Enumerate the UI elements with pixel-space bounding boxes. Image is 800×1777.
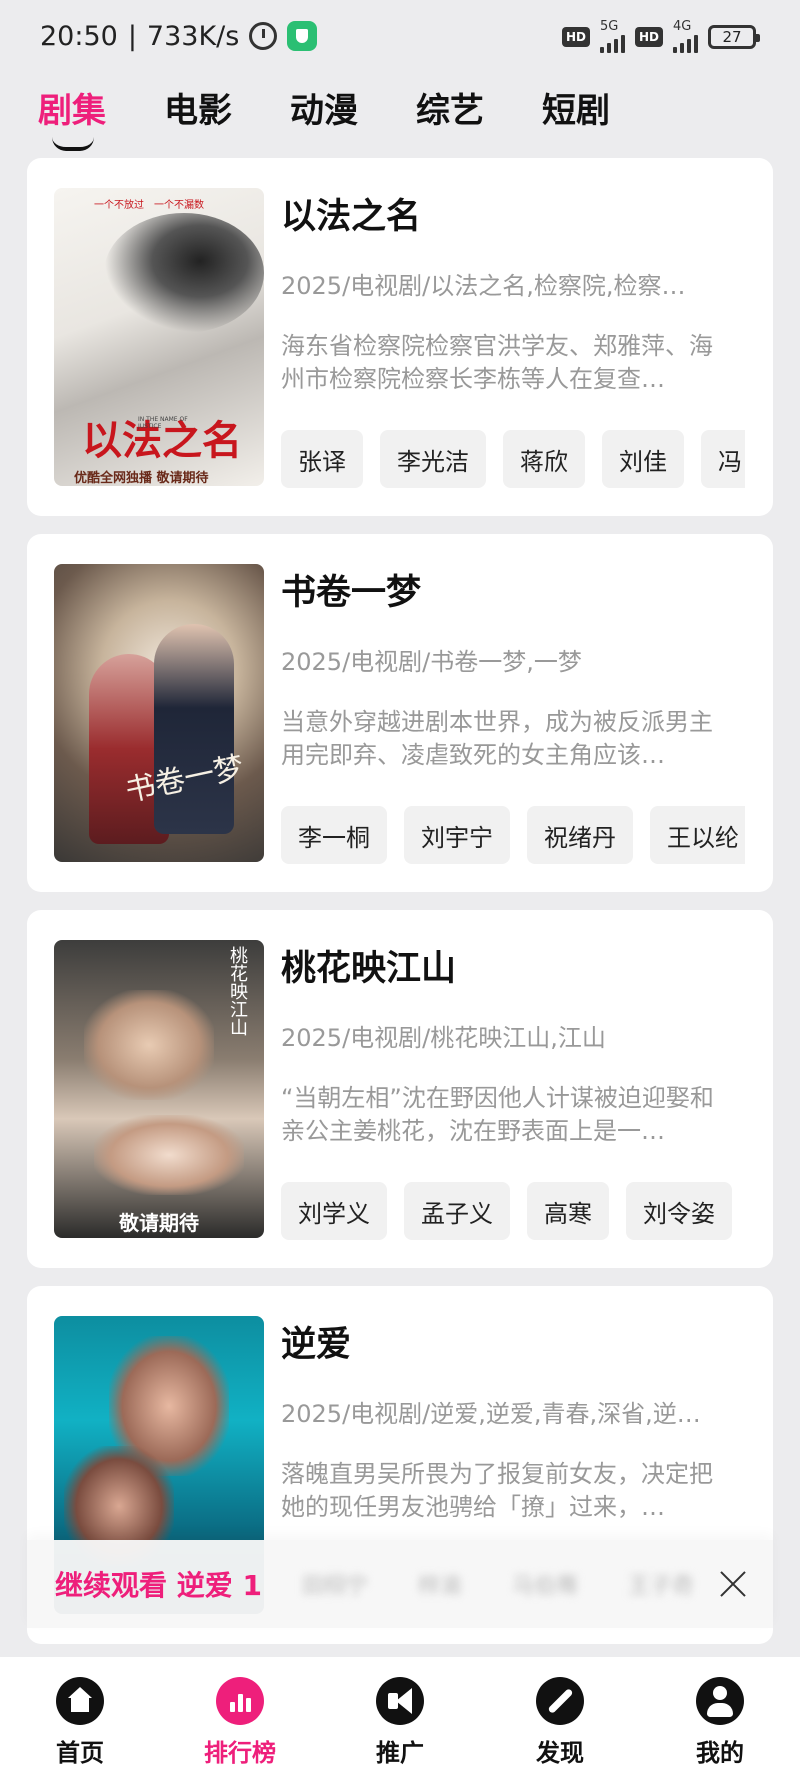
tab-label: 短剧 — [542, 90, 610, 131]
rank-icon — [216, 1677, 264, 1725]
status-right: HD 5G HD 4G 27 — [561, 19, 760, 53]
poster-footer: 敬请期待 — [119, 1211, 199, 1235]
nav-label: 首页 — [56, 1739, 104, 1767]
show-card[interactable]: 桃花映江山 敬请期待 桃花映江山 2025/电视剧/桃花映江山,江山 “当朝左相… — [27, 910, 773, 1268]
cast-tag[interactable]: 蒋欣 — [503, 430, 585, 488]
show-meta: 2025/电视剧/桃花映江山,江山 — [281, 1024, 606, 1052]
nav-home[interactable]: 首页 — [30, 1677, 130, 1768]
cast-tags: 张译 李光洁 蒋欣 刘佳 冯 — [281, 430, 745, 488]
show-title[interactable]: 以法之名 — [281, 188, 421, 239]
shield-icon — [287, 21, 318, 51]
poster-figure — [94, 1115, 244, 1195]
nav-ranking[interactable]: 排行榜 — [190, 1677, 290, 1768]
cast-tags: 李一桐 刘宇宁 祝绪丹 王以纶 — [281, 806, 745, 864]
tab-label: 剧集 — [38, 90, 106, 131]
cast-tags: 刘学义 孟子义 高寒 刘令姿 — [281, 1182, 745, 1240]
nav-label: 排行榜 — [204, 1739, 276, 1767]
tab-anime[interactable]: 动漫 — [290, 83, 358, 132]
nav-label: 发现 — [536, 1739, 584, 1767]
signal-icon — [673, 33, 698, 53]
continue-watching-bar[interactable]: 继续观看 逆爱 1 田栩宁 梓渝 马伯骞 王子奇 — [27, 1540, 773, 1628]
poster-ink-art — [104, 213, 264, 333]
poster-english-title: IN THE NAME OF JUSTICE — [138, 416, 188, 430]
show-description: 落魄直男吴所畏为了报复前女友，决定把她的现任男友池骋给「撩」过来，… — [281, 1460, 713, 1521]
battery-icon: 27 — [708, 24, 760, 49]
cast-tag[interactable]: 刘令姿 — [626, 1182, 732, 1240]
compass-icon — [536, 1677, 584, 1725]
cast-tag[interactable]: 张译 — [281, 430, 363, 488]
close-icon[interactable] — [719, 1570, 747, 1598]
show-card[interactable]: 书卷一梦 书卷一梦 2025/电视剧/书卷一梦,一梦 当意外穿越进剧本世界，成为… — [27, 534, 773, 892]
hd-badge: HD — [561, 26, 590, 47]
tab-label: 动漫 — [290, 90, 358, 131]
poster-image[interactable]: 一个不放过 一个不漏数 以法之名 IN THE NAME OF JUSTICE … — [54, 188, 264, 486]
profile-icon — [696, 1677, 744, 1725]
show-meta: 2025/电视剧/逆爱,逆爱,青春,深省,逆… — [281, 1400, 701, 1428]
tab-label: 综艺 — [416, 90, 484, 131]
alarm-icon — [249, 22, 278, 50]
nav-profile[interactable]: 我的 — [670, 1677, 770, 1768]
cast-tag[interactable]: 冯 — [701, 430, 745, 488]
continue-blurred-tags: 田栩宁 梓渝 马伯骞 王子奇 — [302, 1568, 694, 1600]
show-card[interactable]: 一个不放过 一个不漏数 以法之名 IN THE NAME OF JUSTICE … — [27, 158, 773, 516]
net-type-label: 5G — [599, 19, 619, 34]
poster-title-art: 桃花映江山 — [227, 946, 248, 1036]
signal-4g: 4G — [673, 20, 698, 53]
nav-label: 推广 — [376, 1739, 424, 1767]
status-left: 20:50 | 733K/s — [40, 20, 318, 52]
cast-tag[interactable]: 王以纶 — [650, 806, 745, 864]
show-description: 海东省检察院检察官洪学友、郑雅萍、海州市检察院检察长李栋等人在复查… — [281, 332, 713, 393]
poster-image[interactable]: 书卷一梦 — [54, 564, 264, 862]
blurred-tag: 王子奇 — [628, 1574, 695, 1599]
tab-movies[interactable]: 电影 — [164, 83, 232, 132]
cast-tag[interactable]: 孟子义 — [404, 1182, 510, 1240]
show-meta: 2025/电视剧/书卷一梦,一梦 — [281, 648, 582, 676]
hd-badge: HD — [634, 26, 663, 47]
home-icon — [56, 1677, 104, 1725]
net-type-label: 4G — [673, 19, 692, 34]
bottom-nav: 首页 排行榜 推广 发现 我的 — [0, 1657, 800, 1777]
continue-watching-label[interactable]: 继续观看 逆爱 1 — [55, 1564, 262, 1604]
divider: | — [127, 20, 137, 52]
show-description: 当意外穿越进剧本世界，成为被反派男主用完即弃、凌虐致死的女主角应该… — [281, 708, 713, 769]
show-description: “当朝左相”沈在野因他人计谋被迫迎娶和亲公主姜桃花，沈在野表面上是一… — [281, 1084, 714, 1145]
nav-promote[interactable]: 推广 — [350, 1677, 450, 1768]
signal-5g: 5G — [599, 19, 625, 53]
blurred-tag: 梓渝 — [418, 1574, 463, 1599]
net-speed: 733K/s — [146, 20, 240, 52]
poster-footer: 优酷全网独播 敬请期待 — [74, 471, 209, 486]
category-tabs: 剧集 电影 动漫 综艺 短剧 — [38, 72, 610, 151]
signal-icon — [599, 33, 625, 53]
cast-tag[interactable]: 刘学义 — [281, 1182, 387, 1240]
poster-tagline: 一个不放过 一个不漏数 — [94, 200, 204, 211]
blurred-tag: 田栩宁 — [301, 1574, 368, 1599]
cast-tag[interactable]: 高寒 — [527, 1182, 609, 1240]
show-meta: 2025/电视剧/以法之名,检察院,检察… — [281, 272, 686, 300]
cast-tag[interactable]: 刘佳 — [602, 430, 684, 488]
cast-tag[interactable]: 刘宇宁 — [404, 806, 510, 864]
tab-short-drama[interactable]: 短剧 — [542, 83, 610, 132]
cast-tag[interactable]: 李一桐 — [281, 806, 387, 864]
poster-figure — [154, 624, 234, 834]
show-title[interactable]: 书卷一梦 — [281, 564, 421, 615]
nav-label: 我的 — [696, 1739, 744, 1767]
clock: 20:50 — [40, 20, 118, 52]
tab-variety[interactable]: 综艺 — [416, 83, 484, 132]
blurred-tag: 马伯骞 — [512, 1574, 579, 1599]
nav-discover[interactable]: 发现 — [510, 1677, 610, 1768]
cast-tag[interactable]: 李光洁 — [380, 430, 486, 488]
poster-figure — [84, 990, 214, 1100]
tab-series[interactable]: 剧集 — [38, 83, 106, 151]
show-title[interactable]: 桃花映江山 — [281, 940, 456, 991]
poster-image[interactable]: 桃花映江山 敬请期待 — [54, 940, 264, 1238]
tab-label: 电影 — [164, 90, 232, 131]
tab-active-indicator — [52, 137, 94, 151]
status-bar: 20:50 | 733K/s HD 5G HD 4G 27 — [0, 0, 800, 72]
show-title[interactable]: 逆爱 — [281, 1316, 351, 1367]
cast-tag[interactable]: 祝绪丹 — [527, 806, 633, 864]
megaphone-icon — [376, 1677, 424, 1725]
